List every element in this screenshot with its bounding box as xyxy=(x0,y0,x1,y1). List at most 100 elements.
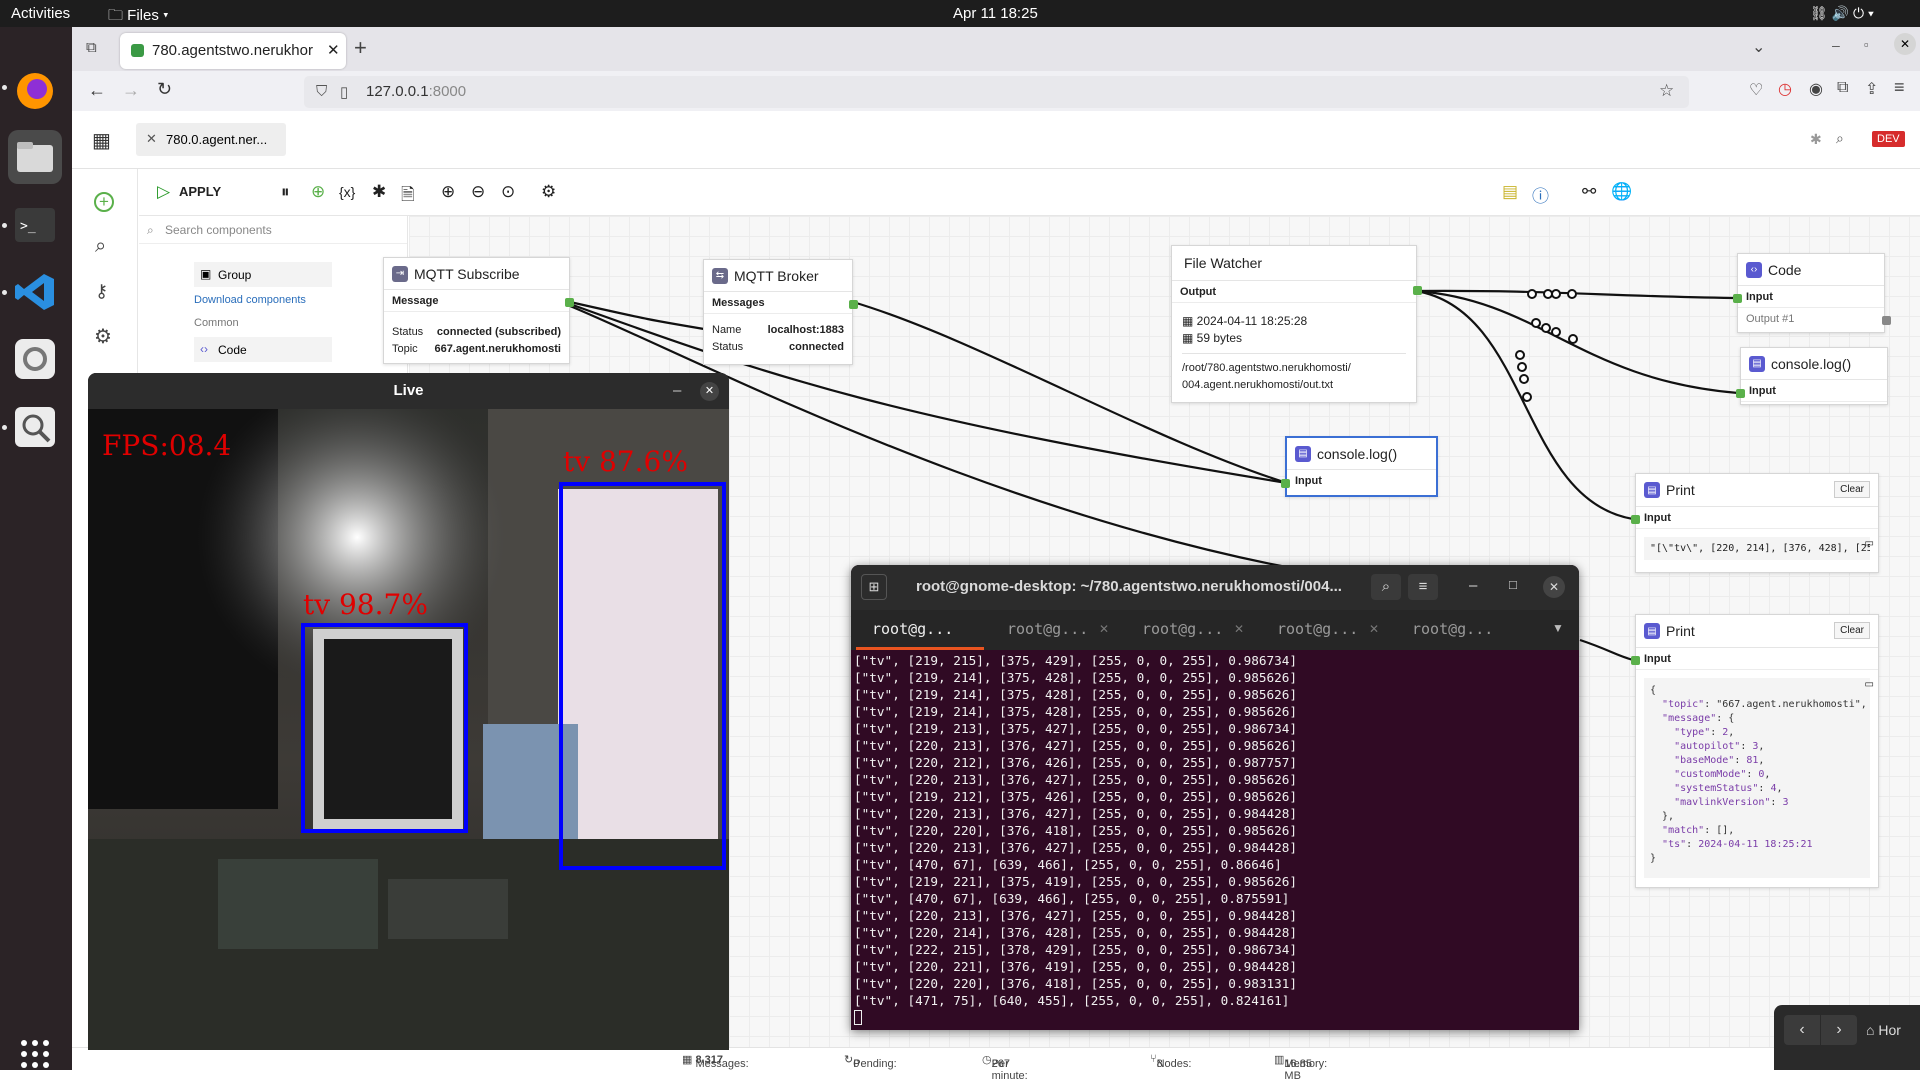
terminal-tab[interactable]: root@g... xyxy=(1412,620,1522,638)
input-pin[interactable] xyxy=(1736,389,1745,398)
close-flow-tab-icon[interactable]: ✕ xyxy=(146,131,157,147)
extension-icon[interactable]: ◷ xyxy=(1778,79,1792,99)
bookmark-star-icon[interactable]: ☆ xyxy=(1659,81,1674,101)
new-tab-icon[interactable]: ⊞ xyxy=(861,574,887,600)
tab-overview-icon[interactable]: ⧉ xyxy=(86,39,97,56)
zoom-in-icon[interactable]: ⊕ xyxy=(441,182,455,202)
maximize-icon[interactable]: □ xyxy=(1509,577,1517,592)
image-viewer-icon[interactable] xyxy=(8,400,62,454)
terminal-icon[interactable]: >_ xyxy=(8,198,62,252)
apply-button[interactable]: APPLY xyxy=(179,184,221,199)
terminal-window[interactable]: ⊞ root@gnome-desktop: ~/780.agentstwo.ne… xyxy=(851,565,1579,1030)
terminal-tab-active[interactable]: root@g... xyxy=(872,620,982,638)
info-icon[interactable]: ⓘ xyxy=(1532,182,1549,207)
pocket-icon[interactable]: ♡ xyxy=(1749,80,1763,100)
input-pin[interactable] xyxy=(1631,515,1640,524)
key-icon[interactable]: ⚷ xyxy=(95,281,108,302)
search-icon[interactable]: ⌕ xyxy=(1371,574,1401,600)
add-node-icon[interactable]: ⊕ xyxy=(311,182,325,202)
maximize-icon[interactable]: ▫ xyxy=(1864,37,1869,52)
clock[interactable]: Apr 11 18:25 xyxy=(953,5,1038,22)
add-icon[interactable]: + xyxy=(94,192,114,212)
console-log-node[interactable]: ▤ console.log() Input xyxy=(1736,347,1888,405)
prev-icon[interactable]: ‹ xyxy=(1784,1015,1820,1045)
close-tab-icon[interactable]: ✕ xyxy=(1099,622,1109,636)
input-pin[interactable] xyxy=(1733,294,1742,303)
apps-grid-icon[interactable]: ▦ xyxy=(92,128,111,153)
output-pin[interactable] xyxy=(1413,286,1422,295)
new-tab-icon[interactable]: + xyxy=(354,35,367,61)
forward-icon[interactable]: → xyxy=(122,80,140,101)
list-tabs-icon[interactable]: ⌄ xyxy=(1752,37,1765,57)
variables-icon[interactable]: {x} xyxy=(339,184,355,200)
print-node-2[interactable]: ▤ Print Clear Input ▭ { "topic": "667.age… xyxy=(1631,614,1879,888)
code-node[interactable]: ‹› Code Input Output #1 xyxy=(1733,253,1891,333)
console-log-node-selected[interactable]: ▤ console.log() Input xyxy=(1281,436,1438,497)
gear-icon[interactable]: ⚙ xyxy=(94,324,112,349)
live-video-window[interactable]: Live – ✕ FPS:08.4 tv 98.7% tv 87.6% xyxy=(88,373,729,1050)
search-components-input[interactable]: ⌕ Search components xyxy=(139,216,407,244)
vscode-icon[interactable] xyxy=(8,265,62,319)
reload-icon[interactable]: ↻ xyxy=(157,79,172,100)
output-pin[interactable] xyxy=(849,300,858,309)
search-icon[interactable]: ⌕ xyxy=(95,235,106,258)
download-components-link[interactable]: Download components xyxy=(194,294,306,306)
debug-icon[interactable]: ✱ xyxy=(372,182,386,202)
clear-button[interactable]: Clear xyxy=(1834,481,1870,498)
shield-icon[interactable]: ⛉ xyxy=(316,83,327,100)
account-icon[interactable]: ◉ xyxy=(1809,79,1823,99)
browser-tab[interactable]: 780.agentstwo.nerukhor ✕ xyxy=(120,33,346,69)
pause-icon[interactable]: ⏸ xyxy=(281,182,290,202)
input-pin[interactable] xyxy=(1281,479,1290,488)
expand-icon[interactable]: ▭ xyxy=(1865,538,1874,549)
settings-icon[interactable]: ⚙ xyxy=(541,182,556,202)
firefox-icon[interactable] xyxy=(8,64,62,118)
next-icon[interactable]: › xyxy=(1821,1015,1857,1045)
close-icon[interactable]: ✕ xyxy=(700,382,719,401)
component-code[interactable]: ‹› Code xyxy=(194,337,332,362)
globe-icon[interactable]: 🌐 xyxy=(1611,182,1632,202)
link-icon[interactable]: ⚯ xyxy=(1582,182,1596,202)
files-icon[interactable] xyxy=(8,130,62,184)
document-icon[interactable]: 🗎 xyxy=(401,182,415,211)
bug-icon[interactable]: ✱ xyxy=(1810,131,1822,148)
expand-icon[interactable]: ▭ xyxy=(1865,679,1874,690)
close-tab-icon[interactable]: ✕ xyxy=(327,41,340,59)
minimize-icon[interactable]: – xyxy=(1832,37,1840,53)
close-tab-icon[interactable]: ✕ xyxy=(1234,622,1244,636)
clear-button[interactable]: Clear xyxy=(1834,622,1870,639)
menu-icon[interactable]: ≡ xyxy=(1894,77,1905,98)
mqtt-broker-node[interactable]: ⇆ MQTT Broker Messages Name localhost:1883… xyxy=(703,259,858,365)
close-icon[interactable]: ✕ xyxy=(1543,576,1565,598)
running-indicator xyxy=(2,85,7,90)
activities-button[interactable]: Activities xyxy=(11,5,70,22)
terminal-output[interactable]: ["tv", [219, 215], [375, 429], [255, 0, … xyxy=(851,650,1579,1025)
notes-icon[interactable]: ▤ xyxy=(1502,182,1518,202)
flow-tab[interactable]: ✕ 780.0.agent.ner... xyxy=(136,123,286,156)
share-icon[interactable]: ⇪ xyxy=(1865,79,1878,99)
input-pin[interactable] xyxy=(1631,656,1640,665)
file-watcher-node[interactable]: File Watcher Output ▦ 2024-04-11 18:25:2… xyxy=(1171,245,1422,403)
zoom-out-icon[interactable]: ⊖ xyxy=(471,182,485,202)
extensions-icon[interactable]: ⧉ xyxy=(1837,79,1848,97)
minimize-icon[interactable]: – xyxy=(1469,577,1477,594)
close-window-icon[interactable]: ✕ xyxy=(1894,33,1916,55)
zoom-reset-icon[interactable]: ⊙ xyxy=(501,182,515,202)
print-node-1[interactable]: ▤ Print Clear Input ▭ "[\"tv\", [220, 214… xyxy=(1631,473,1879,573)
search-icon[interactable]: ⌕ xyxy=(1836,130,1844,147)
minimize-icon[interactable]: – xyxy=(673,373,681,409)
play-icon[interactable]: ▷ xyxy=(157,182,170,202)
home-button[interactable]: ⌂ Hor xyxy=(1866,1015,1901,1045)
component-group[interactable]: ▣ Group xyxy=(194,262,332,287)
url-bar[interactable]: ⛉ ▯ 127.0.0.1:8000 ☆ xyxy=(304,76,1689,108)
settings-icon[interactable] xyxy=(8,332,62,386)
system-tray-icons[interactable]: ⛓ 🔊 ⏻ ▾ xyxy=(1810,5,1874,22)
show-apps-icon[interactable] xyxy=(8,1027,62,1081)
menu-icon[interactable]: ≡ xyxy=(1408,574,1438,600)
output-pin[interactable] xyxy=(565,298,574,307)
close-tab-icon[interactable]: ✕ xyxy=(1369,622,1379,636)
back-icon[interactable]: ← xyxy=(88,80,106,101)
tabs-dropdown-icon[interactable]: ▼ xyxy=(1552,621,1564,635)
output-pin[interactable] xyxy=(1882,316,1891,325)
mqtt-subscribe-node[interactable]: ⇥ MQTT Subscribe Message Status connected … xyxy=(383,257,574,364)
